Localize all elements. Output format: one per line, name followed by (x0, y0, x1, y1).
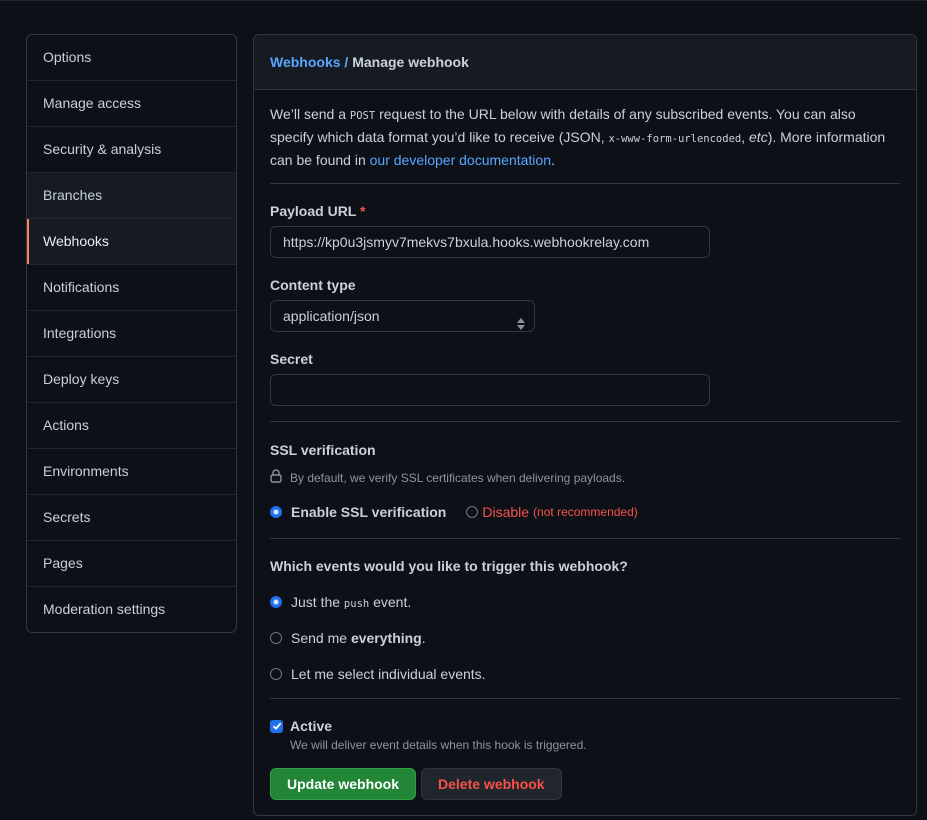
ssl-heading: SSL verification (270, 442, 376, 458)
sidebar-item-deploy-keys[interactable]: Deploy keys (27, 356, 236, 402)
push-code: push (343, 598, 370, 610)
post-code: POST (349, 110, 376, 122)
webhook-panel: Webhooks / Manage webhook We’ll send a P… (253, 34, 917, 816)
intro-text-part: , (741, 129, 750, 145)
ssl-disable-radio[interactable] (466, 506, 479, 518)
sidebar-item-label: Secrets (43, 509, 91, 525)
ssl-enable-radio[interactable] (270, 506, 282, 518)
sidebar-item-label: Actions (43, 417, 89, 433)
event-push-radio[interactable] (270, 596, 282, 608)
breadcrumb-separator: / (344, 54, 349, 70)
form-actions: Update webhook Delete webhook (270, 768, 562, 800)
developer-docs-link[interactable]: our developer documentation (370, 152, 551, 168)
sidebar-item-label: Branches (43, 187, 103, 203)
ssl-enable-option[interactable]: Enable SSL verification Disable (not rec… (270, 504, 638, 520)
lock-icon (270, 469, 284, 486)
delete-webhook-button[interactable]: Delete webhook (421, 768, 562, 800)
sidebar-item-label: Webhooks (43, 233, 109, 249)
event-everything-radio[interactable] (270, 632, 282, 644)
active-label: Active (290, 718, 333, 734)
ssl-disable-label: Disable (482, 504, 530, 520)
intro-text-part: . (550, 152, 555, 168)
breadcrumb-webhooks-link[interactable]: Webhooks (270, 54, 341, 70)
etc-text: etc (749, 129, 768, 145)
events-heading: Which events would you like to trigger t… (270, 558, 628, 574)
page-title: Manage webhook (352, 54, 469, 70)
intro-text: We’ll send a POST request to the URL bel… (270, 104, 900, 171)
divider (270, 421, 900, 422)
sidebar-item-label: Notifications (43, 279, 120, 295)
select-arrows-icon (517, 310, 525, 340)
divider (270, 698, 900, 699)
event-option-everything[interactable]: Send me everything. (270, 630, 426, 646)
sidebar-item-label: Integrations (43, 325, 117, 341)
content-type-label: Content type (270, 277, 356, 293)
sidebar-item-label: Options (43, 49, 92, 65)
sidebar-item-branches[interactable]: Branches (27, 172, 236, 218)
event-individual-label: Let me select individual events. (291, 666, 486, 682)
event-option-push[interactable]: Just the push event. (270, 594, 411, 610)
event-everything-label: Send me everything. (291, 630, 426, 646)
secret-label: Secret (270, 351, 313, 367)
divider (270, 538, 900, 539)
top-border (0, 0, 927, 1)
event-push-text: event. (369, 594, 412, 610)
sidebar-item-actions[interactable]: Actions (27, 402, 236, 448)
ssl-note-text: By default, we verify SSL certificates w… (290, 470, 626, 485)
ssl-note: By default, we verify SSL certificates w… (270, 469, 625, 486)
event-push-text: Just the (291, 594, 344, 610)
update-webhook-button[interactable]: Update webhook (270, 768, 417, 800)
event-everything-bold: everything (350, 630, 422, 646)
sidebar-item-integrations[interactable]: Integrations (27, 310, 236, 356)
content-type-select[interactable]: application/json (270, 300, 535, 332)
sidebar-item-options[interactable]: Options (27, 35, 236, 80)
sidebar-item-moderation-settings[interactable]: Moderation settings (27, 586, 236, 632)
sidebar-item-label: Environments (43, 463, 129, 479)
sidebar-item-label: Pages (43, 555, 83, 571)
ssl-disable-note: (not recommended) (533, 505, 638, 519)
divider (270, 183, 900, 184)
content-type-value: application/json (283, 308, 380, 324)
sidebar-item-webhooks[interactable]: Webhooks (27, 218, 236, 264)
sidebar-item-environments[interactable]: Environments (27, 448, 236, 494)
sidebar-item-label: Moderation settings (43, 601, 166, 617)
active-option[interactable]: Active (270, 718, 332, 734)
event-option-individual[interactable]: Let me select individual events. (270, 666, 486, 682)
sidebar-item-label: Security & analysis (43, 141, 162, 157)
sidebar-item-label: Manage access (43, 95, 142, 111)
active-checkbox[interactable] (270, 719, 283, 733)
sidebar-item-label: Deploy keys (43, 371, 120, 387)
checkmark-icon (272, 722, 281, 730)
payload-url-label: Payload URL * (270, 203, 365, 219)
sidebar-item-manage-access[interactable]: Manage access (27, 80, 236, 126)
event-everything-text: Send me (291, 630, 351, 646)
active-note: We will deliver event details when this … (290, 738, 587, 752)
payload-url-input[interactable]: https://kp0u3jsmyv7mekvs7bxula.hooks.web… (270, 226, 710, 258)
payload-url-label-text: Payload URL (270, 203, 357, 219)
intro-text-part: We’ll send a (270, 106, 350, 122)
breadcrumb: Webhooks / Manage webhook (254, 35, 916, 90)
urlencoded-code: x-www-form-urlencoded (608, 133, 742, 145)
sidebar-item-notifications[interactable]: Notifications (27, 264, 236, 310)
secret-input[interactable] (270, 374, 710, 406)
sidebar-item-secrets[interactable]: Secrets (27, 494, 236, 540)
event-individual-radio[interactable] (270, 668, 282, 680)
event-everything-text: . (421, 630, 426, 646)
settings-sidebar: Options Manage access Security & analysi… (26, 34, 237, 633)
sidebar-item-pages[interactable]: Pages (27, 540, 236, 586)
event-push-label: Just the push event. (291, 594, 411, 610)
sidebar-item-security-analysis[interactable]: Security & analysis (27, 126, 236, 172)
required-mark: * (360, 203, 366, 219)
ssl-enable-label: Enable SSL verification (291, 504, 447, 520)
